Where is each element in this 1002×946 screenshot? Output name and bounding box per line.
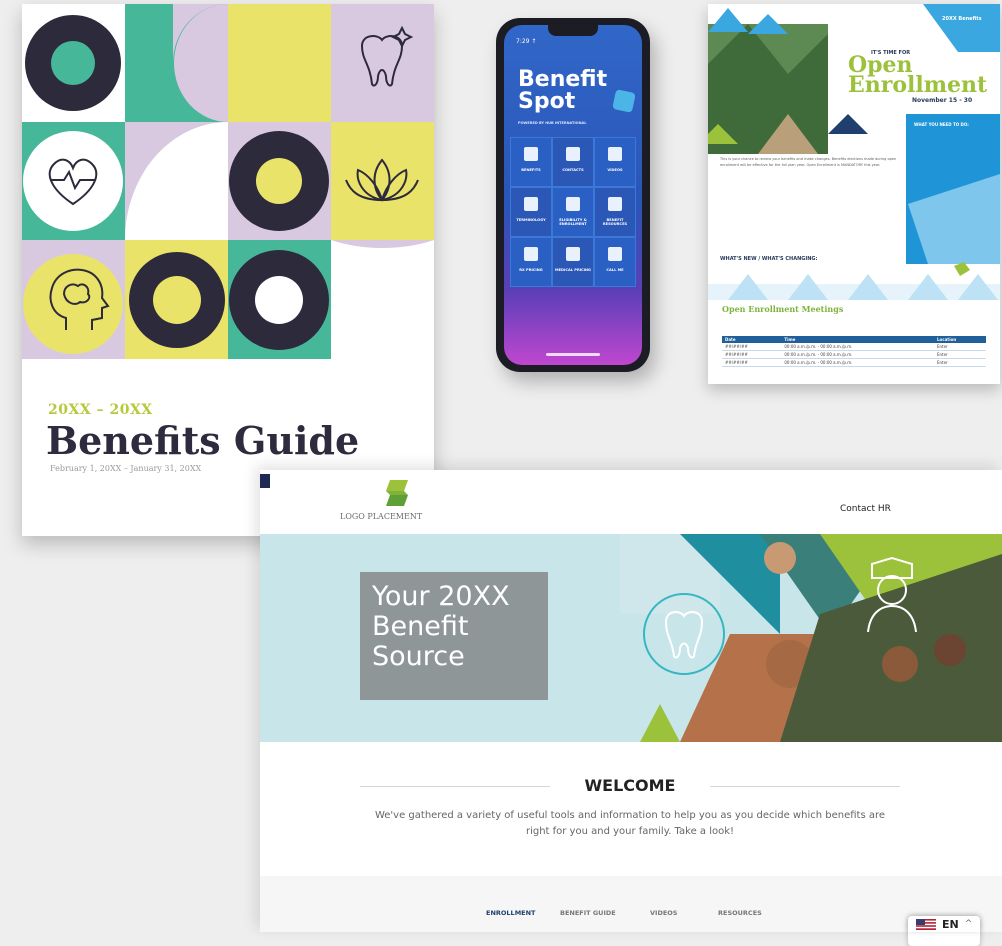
app-tile-benefits[interactable]: BENEFITS xyxy=(510,137,552,187)
table-row: ##/##/## 00:00 a.m./p.m. - 00:00 a.m./p.… xyxy=(722,343,986,351)
table-cell: Enter xyxy=(933,343,986,351)
tile-label: TERMINOLOGY xyxy=(516,218,546,222)
app-brand-line2: Spot xyxy=(518,89,576,114)
phone-mockup: 7:29 ↑ Benefit Spot POWERED BY HUB INTER… xyxy=(496,18,650,372)
app-powered-by: POWERED BY HUB INTERNATIONAL xyxy=(518,121,587,125)
language-pill[interactable]: EN ^ xyxy=(908,916,980,932)
tile-label: ELIGIBILITY & ENROLLMENT xyxy=(559,218,587,226)
tile-label: BENEFITS xyxy=(521,168,541,172)
app-tile-contacts[interactable]: CONTACTS xyxy=(552,137,594,187)
phone-status-time: 7:29 ↑ xyxy=(516,38,537,45)
phone-screen: 7:29 ↑ Benefit Spot POWERED BY HUB INTER… xyxy=(504,25,642,365)
table-cell: Enter xyxy=(933,350,986,359)
logo-icon xyxy=(386,480,408,506)
table-header-row: Date Time Location xyxy=(722,336,986,343)
flyer-date: November 15 - 30 xyxy=(912,97,973,104)
open-enrollment-flyer: 20XX Benefits IT'S TIME FOR Open Enrollm… xyxy=(708,4,1000,384)
hero-title: Your 20XX Benefit Source xyxy=(372,581,510,672)
benefits-guide-cover: 20XX – 20XX Benefits Guide February 1, 2… xyxy=(22,4,434,536)
table-cell: 00:00 a.m./p.m. - 00:00 a.m./p.m. xyxy=(781,343,934,351)
welcome-text: We've gathered a variety of useful tools… xyxy=(374,810,886,837)
nav-resources[interactable]: RESOURCES xyxy=(718,909,762,917)
flyer-body-text: This is your chance to review your benef… xyxy=(720,157,897,167)
phone-notch xyxy=(548,25,598,36)
contact-hr-link[interactable]: Contact HR xyxy=(840,504,891,514)
nav-benefit-guide[interactable]: BENEFIT GUIDE xyxy=(560,909,616,917)
guide-dates: February 1, 20XX – January 31, 20XX xyxy=(50,464,202,473)
megaphone-icon xyxy=(608,247,622,261)
app-tile-eligibility[interactable]: ELIGIBILITY & ENROLLMENT xyxy=(552,187,594,237)
nav-enrollment[interactable]: ENROLLMENT xyxy=(486,909,535,917)
tile-label: MEDICAL PRICING xyxy=(555,268,591,272)
guide-years: 20XX – 20XX xyxy=(48,402,153,418)
table-row: ##/##/## 00:00 a.m./p.m. - 00:00 a.m./p.… xyxy=(722,358,986,367)
guide-title: Benefits Guide xyxy=(46,418,360,463)
tile-label: VIDEOS xyxy=(607,168,623,172)
table-cell: 00:00 a.m./p.m. - 00:00 a.m./p.m. xyxy=(781,358,934,367)
rx-icon xyxy=(524,247,538,261)
language-code: EN xyxy=(942,917,959,931)
nav-accent xyxy=(260,474,270,488)
us-flag-icon xyxy=(916,918,936,930)
glossary-icon xyxy=(524,197,538,211)
flyer-whats-new: WHAT'S NEW / WHAT'S CHANGING: xyxy=(720,256,818,262)
app-tile-medical-pricing[interactable]: MEDICAL PRICING xyxy=(552,237,594,287)
table-cell: 00:00 a.m./p.m. - 00:00 a.m./p.m. xyxy=(781,350,934,359)
table-header: Date xyxy=(722,336,782,343)
chevron-up-icon: ^ xyxy=(964,919,973,929)
table-cell: Enter xyxy=(933,358,986,367)
tile-label: CALL ME xyxy=(606,268,624,272)
app-tile-grid: BENEFITS CONTACTS VIDEOS TERMINOLOGY ELI… xyxy=(510,137,636,287)
welcome-heading-row: WELCOME xyxy=(360,776,900,796)
bottom-nav: ENROLLMENT BENEFIT GUIDE VIDEOS RESOURCE… xyxy=(260,876,1002,932)
table-cell: ##/##/## xyxy=(722,358,782,367)
hero-banner: Your 20XX Benefit Source xyxy=(260,534,1002,742)
resources-icon xyxy=(608,197,622,211)
app-tile-videos[interactable]: VIDEOS xyxy=(594,137,636,187)
flyer-title-line2: Enrollment xyxy=(848,72,988,98)
flyer-need-title: WHAT YOU NEED TO DO: xyxy=(914,122,969,127)
table-row: ##/##/## 00:00 a.m./p.m. - 00:00 a.m./p.… xyxy=(722,350,986,359)
meetings-table: Date Time Location ##/##/## 00:00 a.m./p… xyxy=(722,336,986,367)
table-cell: ##/##/## xyxy=(722,343,782,351)
video-icon xyxy=(608,147,622,161)
table-cell: ##/##/## xyxy=(722,350,782,359)
briefcase-icon xyxy=(524,147,538,161)
hero-title-box: Your 20XX Benefit Source xyxy=(360,572,548,700)
geometric-pattern xyxy=(22,4,434,359)
flyer-meetings-title: Open Enrollment Meetings xyxy=(722,304,844,314)
table-header: Time xyxy=(781,336,934,343)
enrollment-icon xyxy=(566,197,580,211)
tile-label: BENEFIT RESOURCES xyxy=(602,218,628,226)
app-tile-resources[interactable]: BENEFIT RESOURCES xyxy=(594,187,636,237)
medical-icon xyxy=(566,247,580,261)
flyer-corner-label: 20XX Benefits xyxy=(942,16,982,22)
app-brand: Benefit Spot xyxy=(518,69,607,113)
tile-label: RX PRICING xyxy=(519,268,543,272)
app-tile-rx-pricing[interactable]: RX PRICING xyxy=(510,237,552,287)
logo-placement: LOGO PLACEMENT xyxy=(340,512,423,521)
table-header: Location xyxy=(933,336,986,343)
app-tile-terminology[interactable]: TERMINOLOGY xyxy=(510,187,552,237)
app-tile-call-me[interactable]: CALL ME xyxy=(594,237,636,287)
briefcase-logo-icon xyxy=(612,89,636,113)
benefits-website: LOGO PLACEMENT Contact HR Your 20XX Bene… xyxy=(260,470,1002,932)
contacts-icon xyxy=(566,147,580,161)
tile-label: CONTACTS xyxy=(562,168,584,172)
divider-line xyxy=(710,786,900,787)
app-brand-line1: Benefit xyxy=(518,67,608,92)
nav-videos[interactable]: VIDEOS xyxy=(650,909,678,917)
phone-home-indicator xyxy=(546,353,600,356)
